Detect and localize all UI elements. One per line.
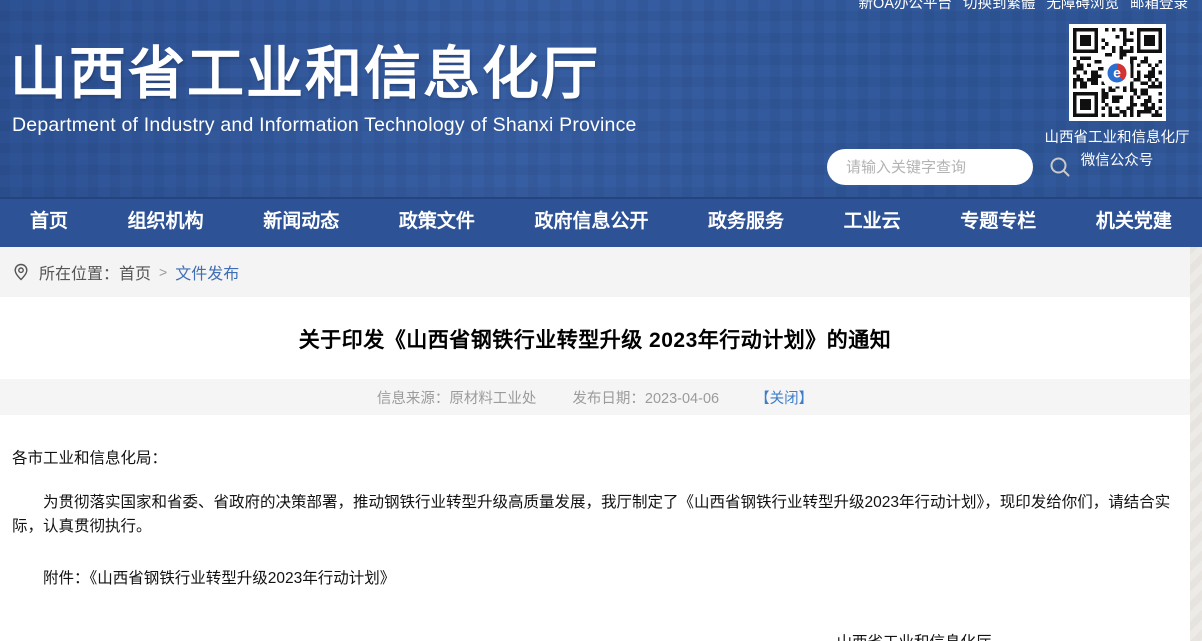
qr-center-logo-icon: e [1104, 59, 1131, 86]
top-utility-links: 新OA办公平台 切换到繁體 无障碍浏览 邮箱登录 [859, 0, 1188, 13]
nav-item-organization[interactable]: 组织机构 [128, 197, 204, 247]
wechat-qr-code: e [1069, 24, 1166, 121]
article-paragraph: 为贯彻落实国家和省委、省政府的决策部署，推动钢铁行业转型升级高质量发展，我厅制定… [12, 491, 1178, 539]
top-link-traditional-chinese[interactable]: 切换到繁體 [963, 0, 1036, 13]
article-body: 各市工业和信息化局： 为贯彻落实国家和省委、省政府的决策部署，推动钢铁行业转型升… [0, 446, 1190, 641]
search-input[interactable] [827, 159, 1049, 176]
location-pin-icon [12, 263, 30, 281]
top-link-accessibility[interactable]: 无障碍浏览 [1047, 0, 1120, 13]
salutation: 各市工业和信息化局： [12, 446, 1178, 468]
wechat-qr-block: e 山西省工业和信息化厅 微信公众号 [1037, 24, 1197, 170]
signature-org: 山西省工业和信息化厅 [754, 633, 1074, 641]
breadcrumb-home-link[interactable]: 首页 [119, 260, 151, 284]
page: 新OA办公平台 切换到繁體 无障碍浏览 邮箱登录 山西省工业和信息化厅 Depa… [0, 0, 1202, 641]
search-box [827, 149, 1033, 185]
qr-caption-line1: 山西省工业和信息化厅 [1037, 130, 1197, 147]
breadcrumb-label: 所在位置： [39, 260, 119, 284]
nav-item-policy-documents[interactable]: 政策文件 [399, 197, 475, 247]
article-title: 关于印发《山西省钢铁行业转型升级 2023年行动计划》的通知 [0, 324, 1190, 354]
main-nav: 首页 组织机构 新闻动态 政策文件 政府信息公开 政务服务 工业云 专题专栏 机… [0, 197, 1202, 247]
signature-block: 山西省工业和信息化厅 2023年2月22日 [754, 633, 1074, 641]
close-link[interactable]: 【关闭】 [755, 387, 813, 408]
breadcrumb-separator: > [159, 264, 167, 280]
nav-item-news[interactable]: 新闻动态 [263, 197, 339, 247]
top-link-mail-login[interactable]: 邮箱登录 [1130, 0, 1188, 13]
meta-publish-date: 发布日期：2023-04-06 [572, 387, 719, 408]
nav-item-party-building[interactable]: 机关党建 [1096, 197, 1172, 247]
nav-item-gov-info-disclosure[interactable]: 政府信息公开 [534, 197, 648, 247]
site-header: 新OA办公平台 切换到繁體 无障碍浏览 邮箱登录 山西省工业和信息化厅 Depa… [0, 0, 1202, 197]
top-link-oa-platform[interactable]: 新OA办公平台 [859, 0, 952, 13]
content-area: 所在位置： 首页 > 文件发布 关于印发《山西省钢铁行业转型升级 2023年行动… [0, 247, 1190, 641]
nav-item-industrial-cloud[interactable]: 工业云 [844, 197, 901, 247]
nav-item-gov-services[interactable]: 政务服务 [708, 197, 784, 247]
nav-item-special-topics[interactable]: 专题专栏 [960, 197, 1036, 247]
qr-caption-line2: 微信公众号 [1037, 153, 1197, 170]
meta-source: 信息来源：原材料工业处 [377, 387, 537, 408]
site-subtitle-en: Department of Industry and Information T… [12, 114, 637, 137]
nav-item-home[interactable]: 首页 [30, 197, 68, 247]
breadcrumb: 所在位置： 首页 > 文件发布 [0, 247, 1190, 297]
article-meta-bar: 信息来源：原材料工业处 发布日期：2023-04-06 【关闭】 [0, 379, 1190, 415]
attachment-line: 附件：《山西省钢铁行业转型升级2023年行动计划》 [12, 566, 1178, 588]
site-title: 山西省工业和信息化厅 [10, 28, 600, 110]
breadcrumb-current-link[interactable]: 文件发布 [175, 260, 239, 284]
